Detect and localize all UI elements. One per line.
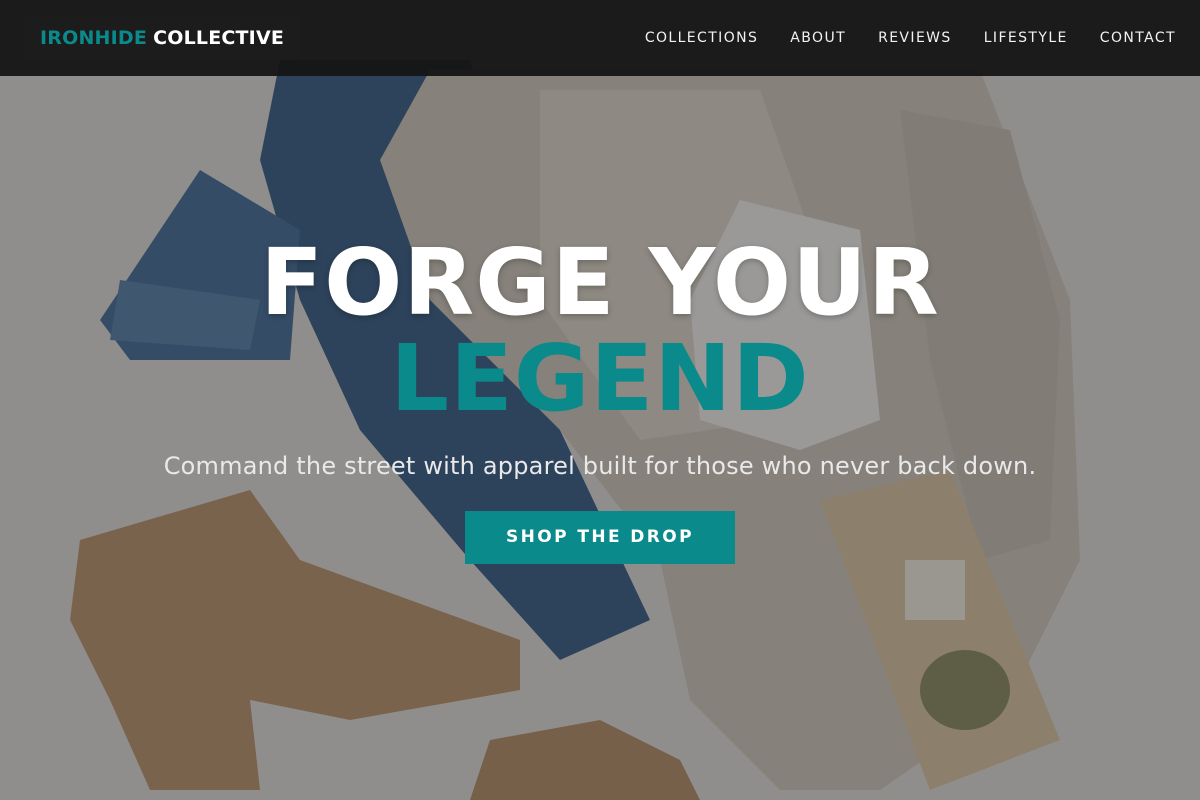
nav-link-lifestyle[interactable]: LIFESTYLE [984,30,1068,46]
brand-accent-text: IRONHIDE [40,27,148,49]
nav-link-about[interactable]: ABOUT [790,30,846,46]
nav-link-reviews[interactable]: REVIEWS [878,30,952,46]
brand-logo[interactable]: IRONHIDE COLLECTIVE [24,16,301,60]
nav-link-contact[interactable]: CONTACT [1100,30,1176,46]
hero-headline-line1: FORGE YOUR [260,229,940,336]
hero-headline-line2: LEGEND [390,325,810,432]
main-nav: COLLECTIONS ABOUT REVIEWS LIFESTYLE CONT… [613,30,1176,46]
top-navigation-bar: IRONHIDE COLLECTIVE COLLECTIONS ABOUT RE… [0,0,1200,76]
brand-name-text: COLLECTIVE [153,27,285,49]
hero-subtitle: Command the street with apparel built fo… [163,452,1037,480]
shop-the-drop-button[interactable]: SHOP THE DROP [465,511,735,564]
nav-link-collections[interactable]: COLLECTIONS [645,30,758,46]
hero-section: FORGE YOUR LEGEND Command the street wit… [0,236,1200,564]
